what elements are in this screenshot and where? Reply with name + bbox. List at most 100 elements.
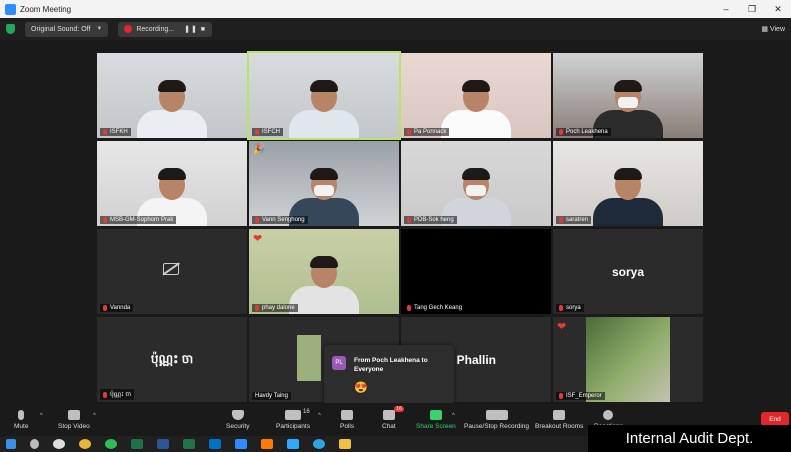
photoshop-icon[interactable] — [287, 439, 299, 449]
participants-options-chevron-icon[interactable]: ^ — [318, 413, 321, 419]
video-options-chevron-icon[interactable]: ^ — [93, 413, 96, 419]
polls-button[interactable]: Polls — [340, 403, 354, 436]
participant-name: Poch Leakhena — [566, 129, 608, 135]
recording-label: Recording... — [136, 25, 175, 33]
participant-nameplate: Tang Gech Keang — [404, 304, 466, 312]
window-title: Zoom Meeting — [20, 4, 72, 14]
share-screen-label: Share Screen — [416, 422, 456, 430]
participant-tile[interactable]: 🎉 Vann Senghong — [249, 141, 399, 226]
original-sound-label: Original Sound: Off — [31, 25, 91, 33]
chat-sender-line: From Poch Leakhena to Everyone — [354, 357, 428, 373]
participant-tile[interactable]: ISFKH — [97, 53, 247, 138]
mic-muted-icon — [559, 129, 563, 135]
mic-muted-icon — [255, 217, 259, 223]
participant-tile[interactable]: saratren — [553, 141, 703, 226]
participant-name: sorya — [566, 305, 581, 311]
restore-button[interactable]: ❐ — [739, 4, 765, 15]
polls-label: Polls — [340, 422, 355, 430]
participant-nameplate: Vann Senghong — [252, 216, 308, 224]
illustrator-icon[interactable] — [261, 439, 273, 449]
whatsapp-icon[interactable] — [105, 439, 117, 449]
participant-nameplate: MSB-GM-Sophorn Prak — [100, 216, 177, 224]
participant-tile-active-speaker[interactable]: ISFCH — [247, 51, 401, 140]
participant-nameplate: Vannda — [100, 304, 134, 312]
microphone-icon — [18, 409, 25, 420]
participant-nameplate: ISFKH — [100, 128, 131, 136]
participant-video — [137, 78, 207, 138]
telegram-icon[interactable] — [313, 439, 325, 449]
chat-notification-popup[interactable]: PL From Poch Leakhena to Everyone 😍 — [324, 345, 454, 405]
recording-dot-icon — [124, 25, 133, 33]
cortana-icon[interactable] — [53, 439, 65, 449]
recording-controls[interactable]: ❚❚ ■ — [184, 25, 206, 33]
participant-tile[interactable]: MSB-GM-Sophorn Prak — [97, 141, 247, 226]
mic-muted-icon — [407, 129, 411, 135]
chat-bubble-icon: 16 — [382, 405, 404, 420]
breakout-rooms-button[interactable]: Breakout Rooms — [535, 403, 583, 436]
end-meeting-button[interactable]: End — [761, 412, 789, 426]
participant-video — [289, 78, 359, 138]
window-controls: – ❐ ✕ — [713, 4, 791, 15]
participant-name: phay dalone — [262, 305, 295, 311]
participant-name: ISFKH — [110, 129, 128, 135]
outlook-icon[interactable] — [209, 439, 221, 449]
participant-nameplate: Havdy Taing — [252, 392, 291, 400]
polls-icon — [341, 409, 354, 420]
participant-video — [289, 254, 359, 314]
view-button[interactable]: ▦ View — [761, 25, 785, 33]
chat-label: Chat — [382, 422, 396, 430]
participant-tile[interactable]: Pa Ponnack — [401, 53, 551, 138]
participants-count: 16 — [302, 408, 310, 415]
participant-tile-camera-off[interactable]: Vannda — [97, 229, 247, 314]
zoom-taskbar-icon[interactable] — [235, 439, 247, 449]
participant-name: ISFCH — [262, 129, 280, 135]
share-options-chevron-icon[interactable]: ^ — [452, 413, 455, 419]
mic-muted-icon — [407, 305, 411, 311]
participant-nameplate: PDB-Sok heng — [404, 216, 457, 224]
chat-unread-badge: 16 — [394, 405, 404, 412]
participants-button[interactable]: 16 Participants — [276, 403, 310, 436]
share-screen-button[interactable]: Share Screen — [416, 403, 456, 436]
chevron-down-icon[interactable]: ▼ — [96, 26, 102, 32]
participant-tile-name-only[interactable]: sorya sorya — [553, 229, 703, 314]
participant-tile[interactable]: Poch Leakhena — [553, 53, 703, 138]
share-screen-icon — [429, 409, 442, 420]
pause-stop-recording-button[interactable]: Pause/Stop Recording — [464, 403, 529, 436]
participant-tile[interactable]: PDB-Sok heng — [401, 141, 551, 226]
pause-stop-icon — [485, 409, 508, 420]
security-shield-icon[interactable] — [6, 24, 15, 34]
participant-name: MSB-GM-Sophorn Prak — [110, 217, 174, 223]
excel-alt-icon[interactable] — [183, 439, 195, 449]
video-camera-icon — [67, 409, 80, 420]
chat-message-emoji: 😍 — [354, 382, 368, 394]
participant-tile[interactable]: ❤ ISF_Emperor — [553, 317, 703, 402]
participant-tile-name-only[interactable]: ប៉ុណ្ណះ ចា ប៉ុណ្ណះ ចា — [97, 317, 247, 402]
original-sound-toggle[interactable]: Original Sound: Off ▼ — [25, 21, 109, 37]
breakout-rooms-label: Breakout Rooms — [535, 422, 584, 430]
mic-muted-icon — [559, 305, 563, 311]
stop-video-label: Stop Video — [58, 422, 90, 430]
chat-button[interactable]: 16 Chat — [382, 403, 404, 436]
security-button[interactable]: Security — [226, 403, 249, 436]
mic-muted-icon — [559, 217, 563, 223]
mic-muted-icon — [103, 217, 107, 223]
profile-photo — [297, 335, 321, 381]
camera-off-icon — [163, 263, 179, 275]
close-button[interactable]: ✕ — [765, 4, 791, 15]
word-icon[interactable] — [157, 439, 169, 449]
file-explorer-icon[interactable] — [339, 439, 351, 449]
excel-icon[interactable] — [131, 439, 143, 449]
search-icon[interactable] — [30, 439, 39, 449]
participant-tile[interactable]: Tang Gech Keang — [401, 229, 551, 314]
participant-name: Vann Senghong — [262, 217, 305, 223]
participant-nameplate: ISF_Emperor — [556, 392, 605, 400]
chrome-icon[interactable] — [79, 439, 91, 449]
minimize-button[interactable]: – — [713, 4, 739, 15]
mute-label: Mute — [14, 422, 29, 430]
participant-tile[interactable]: ❤ phay dalone — [249, 229, 399, 314]
windows-start-icon[interactable] — [6, 439, 16, 449]
mute-button[interactable]: Mute — [14, 403, 28, 436]
mute-options-chevron-icon[interactable]: ^ — [40, 413, 43, 419]
stop-video-button[interactable]: Stop Video — [58, 403, 90, 436]
participant-name: Havdy Taing — [255, 393, 288, 399]
